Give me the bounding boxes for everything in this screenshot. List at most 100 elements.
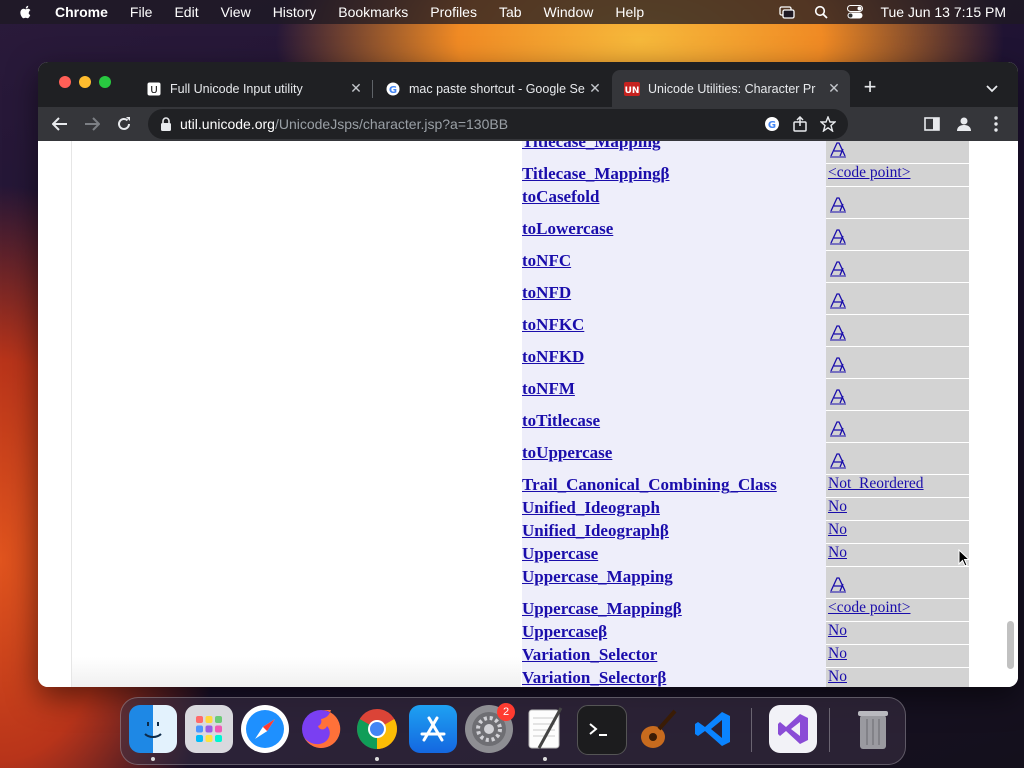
- egyptian-hieroglyph-glyph-icon[interactable]: [828, 577, 848, 597]
- zoom-window-button[interactable]: [99, 76, 111, 88]
- visual-studio-icon[interactable]: [769, 705, 817, 753]
- egyptian-hieroglyph-glyph-icon[interactable]: [828, 325, 848, 345]
- egyptian-hieroglyph-glyph-icon[interactable]: [828, 197, 848, 217]
- menu-history[interactable]: History: [273, 4, 317, 20]
- tab-title: Unicode Utilities: Character Pr: [648, 81, 816, 96]
- launchpad-icon[interactable]: [185, 705, 233, 753]
- bookmark-star-icon[interactable]: [814, 110, 842, 138]
- menu-view[interactable]: View: [221, 4, 251, 20]
- property-value-link[interactable]: <code point>: [828, 599, 910, 616]
- forward-arrow-icon[interactable]: [78, 110, 106, 138]
- safari-icon[interactable]: [241, 705, 289, 753]
- close-window-button[interactable]: [59, 76, 71, 88]
- lock-icon[interactable]: [160, 117, 172, 131]
- property-row: Trail_Canonical_Combining_Class Not_Reord…: [522, 474, 969, 498]
- side-panel-icon[interactable]: [918, 110, 946, 138]
- new-tab-button[interactable]: +: [860, 72, 880, 102]
- menu-tab[interactable]: Tab: [499, 4, 522, 20]
- app-store-icon[interactable]: [409, 705, 457, 753]
- reload-icon[interactable]: [110, 110, 138, 138]
- close-tab-icon[interactable]: ✕: [587, 80, 603, 97]
- menu-bookmarks[interactable]: Bookmarks: [338, 4, 408, 20]
- kebab-menu-icon[interactable]: [982, 110, 1010, 138]
- property-value-link[interactable]: <code point>: [828, 164, 910, 181]
- property-name-link[interactable]: toNFKC: [522, 315, 584, 334]
- minimize-window-button[interactable]: [79, 76, 91, 88]
- property-name-link[interactable]: toNFM: [522, 379, 575, 398]
- tab-full-unicode-input[interactable]: U Full Unicode Input utility ✕: [134, 70, 372, 107]
- property-name-link[interactable]: toNFC: [522, 251, 571, 270]
- menu-file[interactable]: File: [130, 4, 153, 20]
- property-value-link[interactable]: Not_Reordered: [828, 475, 924, 492]
- egyptian-hieroglyph-glyph-icon[interactable]: [828, 389, 848, 409]
- egyptian-hieroglyph-glyph-icon[interactable]: [828, 142, 848, 162]
- egyptian-hieroglyph-glyph-icon[interactable]: [828, 357, 848, 377]
- property-name-link[interactable]: Unified_Ideographβ: [522, 521, 669, 540]
- vscode-icon[interactable]: [689, 705, 737, 753]
- property-name-link[interactable]: Unified_Ideograph: [522, 498, 660, 517]
- property-name-link[interactable]: toCasefold: [522, 187, 599, 206]
- garageband-icon[interactable]: [633, 705, 681, 753]
- textedit-icon[interactable]: [521, 705, 569, 753]
- apple-icon[interactable]: [18, 4, 34, 20]
- property-value-cell: No: [826, 667, 969, 687]
- property-name-link[interactable]: Uppercase_Mapping: [522, 567, 673, 586]
- egyptian-hieroglyph-glyph-icon[interactable]: [828, 421, 848, 441]
- property-value-link[interactable]: No: [828, 645, 847, 662]
- property-name-link[interactable]: toUppercase: [522, 443, 612, 462]
- tab-search-chevron-icon[interactable]: [986, 80, 998, 98]
- property-name-link[interactable]: Trail_Canonical_Combining_Class: [522, 475, 777, 494]
- spotlight-search-icon[interactable]: [812, 5, 830, 19]
- menu-window[interactable]: Window: [544, 4, 594, 20]
- property-value-link[interactable]: No: [828, 498, 847, 515]
- property-value-link[interactable]: No: [828, 521, 847, 538]
- profile-avatar-icon[interactable]: [950, 110, 978, 138]
- menu-clock[interactable]: Tue Jun 13 7:15 PM: [880, 4, 1006, 20]
- close-tab-icon[interactable]: ✕: [826, 80, 842, 97]
- property-name-cell: Unified_Ideographβ: [522, 520, 826, 544]
- menu-profiles[interactable]: Profiles: [430, 4, 477, 20]
- egyptian-hieroglyph-glyph-icon[interactable]: [828, 293, 848, 313]
- firefox-icon[interactable]: [297, 705, 345, 753]
- property-value-link[interactable]: No: [828, 544, 847, 561]
- property-row: toCasefold: [522, 186, 969, 219]
- property-name-link[interactable]: Variation_Selector: [522, 645, 657, 664]
- screen-mirroring-icon[interactable]: [778, 5, 796, 19]
- property-value-link[interactable]: No: [828, 622, 847, 639]
- property-name-link[interactable]: Uppercaseβ: [522, 622, 607, 641]
- property-value-link[interactable]: No: [828, 668, 847, 685]
- trash-icon[interactable]: [849, 705, 897, 753]
- property-name-link[interactable]: Titlecase_Mapping: [522, 141, 661, 151]
- control-center-icon[interactable]: [846, 5, 864, 19]
- egyptian-hieroglyph-glyph-icon[interactable]: [828, 453, 848, 473]
- property-name-link[interactable]: toTitlecase: [522, 411, 600, 430]
- menu-edit[interactable]: Edit: [174, 4, 198, 20]
- menu-help[interactable]: Help: [615, 4, 644, 20]
- tab-unicode-utilities[interactable]: UN Unicode Utilities: Character Pr ✕: [612, 70, 850, 107]
- property-value-cell: No: [826, 543, 969, 567]
- property-name-link[interactable]: Variation_Selectorβ: [522, 668, 666, 687]
- share-icon[interactable]: [786, 110, 814, 138]
- property-name-link[interactable]: Uppercase_Mappingβ: [522, 599, 682, 618]
- terminal-icon[interactable]: [577, 705, 627, 755]
- egyptian-hieroglyph-glyph-icon[interactable]: [828, 229, 848, 249]
- tab-mac-paste-shortcut[interactable]: G mac paste shortcut - Google Se ✕: [373, 70, 611, 107]
- property-name-link[interactable]: Uppercase: [522, 544, 598, 563]
- google-lens-icon[interactable]: G: [758, 110, 786, 138]
- chrome-icon[interactable]: [353, 705, 401, 753]
- tab-title: Full Unicode Input utility: [170, 81, 303, 96]
- finder-icon[interactable]: [129, 705, 177, 753]
- close-tab-icon[interactable]: ✕: [348, 80, 364, 97]
- back-arrow-icon[interactable]: [46, 110, 74, 138]
- address-bar[interactable]: util.unicode.org/UnicodeJsps/character.j…: [148, 109, 848, 139]
- egyptian-hieroglyph-glyph-icon[interactable]: [828, 261, 848, 281]
- property-name-cell: toCasefold: [522, 186, 826, 219]
- property-row: Uppercaseβ No: [522, 621, 969, 645]
- property-name-link[interactable]: toLowercase: [522, 219, 613, 238]
- page-scrollbar[interactable]: [1007, 621, 1014, 669]
- property-value-cell: No: [826, 497, 969, 521]
- property-name-link[interactable]: Titlecase_Mappingβ: [522, 164, 669, 183]
- property-name-link[interactable]: toNFD: [522, 283, 571, 302]
- menu-app-name[interactable]: Chrome: [55, 4, 108, 20]
- property-name-link[interactable]: toNFKD: [522, 347, 584, 366]
